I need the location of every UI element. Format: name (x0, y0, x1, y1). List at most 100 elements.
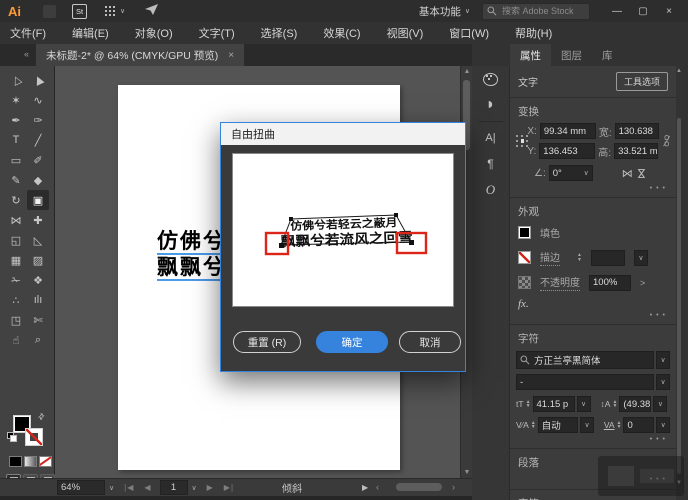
prev-artboard-icon[interactable]: ◀ (144, 483, 151, 492)
eyedropper-tool[interactable]: ✁ (5, 270, 27, 290)
maximize-button[interactable]: ▢ (630, 6, 656, 17)
opacity-label[interactable]: 不透明度 (540, 274, 580, 291)
shape-builder-tool[interactable]: ◱ (5, 230, 27, 250)
font-style-dropdown[interactable]: ∨ (656, 374, 670, 390)
minimize-button[interactable]: — (604, 6, 630, 17)
more-options-icon[interactable]: • • • (650, 436, 666, 443)
toolbar-collapse-icon[interactable]: « (24, 49, 29, 59)
curvature-tool[interactable]: ✑ (27, 110, 49, 130)
cancel-button[interactable]: 取消 (399, 331, 461, 353)
menu-view[interactable]: 视图(V) (387, 25, 424, 41)
stroke-weight-dropdown[interactable]: ∨ (633, 249, 648, 266)
stock-search-box[interactable] (482, 2, 590, 20)
chevron-down-icon[interactable]: ∨ (584, 169, 589, 177)
font-size-field[interactable]: 41.15 p (532, 396, 575, 412)
color-button[interactable] (9, 456, 22, 467)
swap-fill-stroke-icon[interactable]: ⇄ (36, 411, 47, 422)
workspace-switcher[interactable]: 基本功能 (419, 4, 461, 19)
angle-field[interactable]: 0° ∨ (548, 165, 593, 181)
paragraph-panel-icon[interactable]: ¶ (472, 151, 509, 177)
flip-horizontal-icon[interactable]: ⋈ (622, 167, 633, 180)
scroll-up-icon[interactable]: ▲ (676, 68, 682, 74)
font-size-stepper[interactable]: ▲ ▼ (526, 399, 531, 409)
zoom-tool[interactable]: ⌕ (27, 330, 49, 350)
symbol-sprayer-tool[interactable]: ∴ (5, 290, 27, 310)
tab-layers[interactable]: 图层 (551, 44, 592, 66)
slice-tool[interactable]: ✄ (27, 310, 49, 330)
blend-tool[interactable]: ❖ (27, 270, 49, 290)
menu-help[interactable]: 帮助(H) (515, 25, 552, 41)
eraser-tool[interactable]: ◆ (27, 170, 49, 190)
free-transform-tool[interactable]: ▣ (27, 190, 49, 210)
x-field[interactable]: 99.34 mm (539, 123, 596, 139)
gradient-panel-icon[interactable]: ◗ (472, 92, 509, 118)
tracking-field[interactable]: 0 (623, 417, 655, 433)
constrain-proportions-icon[interactable] (662, 130, 670, 152)
type-tool[interactable]: T (5, 130, 27, 150)
rotate-tool[interactable]: ↻ (5, 190, 27, 210)
stroke-label[interactable]: 描边 (540, 249, 560, 266)
tracking-dropdown[interactable]: ∨ (656, 417, 670, 433)
last-artboard-icon[interactable]: ▶| (224, 483, 234, 492)
stroke-swatch[interactable] (518, 251, 531, 264)
gradient-button[interactable] (24, 456, 37, 467)
menu-file[interactable]: 文件(F) (10, 25, 46, 41)
stock-icon[interactable]: St (72, 3, 87, 19)
scroll-up-icon[interactable]: ▲ (461, 68, 472, 75)
gradient-tool[interactable]: ▨ (27, 250, 49, 270)
more-options-icon[interactable]: • • • (650, 185, 666, 192)
font-style-field[interactable]: - (516, 374, 655, 390)
tab-libraries[interactable]: 库 (592, 44, 623, 66)
document-tab-close-icon[interactable]: × (228, 50, 234, 61)
horizontal-scrollbar[interactable]: ‹ › (376, 481, 466, 493)
character-panel-icon[interactable]: A| (472, 125, 509, 151)
artboard-tool[interactable]: ◳ (5, 310, 27, 330)
tool-options-button[interactable]: 工具选项 (615, 72, 668, 91)
chevron-down-icon[interactable]: ∨ (192, 484, 197, 492)
direct-selection-tool[interactable]: ▷ (5, 70, 27, 90)
menu-window[interactable]: 窗口(W) (449, 25, 489, 41)
leading-stepper[interactable]: ▲ ▼ (612, 399, 617, 409)
menu-effect[interactable]: 效果(C) (323, 25, 360, 41)
app-switcher-grid-icon[interactable] (105, 5, 116, 17)
close-button[interactable]: × (656, 6, 682, 17)
zoom-level-field[interactable]: 64% (57, 480, 105, 495)
panel-scroll-thumb[interactable] (677, 118, 681, 474)
menu-select[interactable]: 选择(S) (261, 25, 298, 41)
paintbrush-tool[interactable]: ✐ (27, 150, 49, 170)
menu-edit[interactable]: 编辑(E) (72, 25, 109, 41)
line-tool[interactable]: ╱ (27, 130, 49, 150)
scroll-down-icon[interactable]: ▼ (461, 469, 472, 476)
pen-tool[interactable]: ✒ (5, 110, 27, 130)
opacity-expand-icon[interactable]: > (640, 278, 645, 288)
next-artboard-icon[interactable]: ▶ (207, 483, 214, 492)
leading-field[interactable]: (49.38 (619, 396, 652, 412)
more-options-icon[interactable]: • • • (650, 312, 666, 319)
none-button[interactable] (39, 456, 52, 467)
pencil-tool[interactable]: ✎ (5, 170, 27, 190)
kerning-dropdown[interactable]: ∨ (580, 417, 594, 433)
menu-type[interactable]: 文字(T) (199, 25, 235, 41)
kerning-stepper[interactable]: ▲ ▼ (531, 420, 536, 430)
scroll-right-icon[interactable]: › (452, 482, 460, 492)
opentype-panel-icon[interactable]: O (472, 177, 509, 203)
chevron-down-icon[interactable]: ∨ (109, 484, 114, 492)
tab-properties[interactable]: 属性 (510, 44, 551, 66)
panel-scrollbar[interactable]: ▲ ▼ (676, 66, 682, 500)
dialog-titlebar[interactable]: 自由扭曲 (221, 123, 465, 145)
stroke-weight-field[interactable] (590, 249, 625, 266)
lasso-tool[interactable]: ∿ (27, 90, 49, 110)
document-tab[interactable]: 未标题-2* @ 64% (CMYK/GPU 预览) × (36, 44, 245, 66)
distort-preview-area[interactable]: 仿佛兮若轻云之蔽月 飘飘兮若流风之回雪 (232, 153, 454, 307)
stroke-weight-stepper[interactable]: ▲ ▼ (577, 253, 582, 262)
bridge-icon[interactable] (43, 4, 56, 18)
font-size-dropdown[interactable]: ∨ (576, 396, 591, 412)
horizontal-scroll-thumb[interactable] (396, 483, 442, 491)
opacity-field[interactable]: 100% (589, 274, 631, 291)
perspective-grid-tool[interactable]: ◺ (27, 230, 49, 250)
hand-tool[interactable]: ☝ (5, 330, 27, 350)
graph-tool[interactable]: ılı (27, 290, 49, 310)
reference-point-selector[interactable] (516, 134, 524, 148)
y-field[interactable]: 136.453 (539, 143, 596, 159)
mesh-tool[interactable]: ▦ (5, 250, 27, 270)
